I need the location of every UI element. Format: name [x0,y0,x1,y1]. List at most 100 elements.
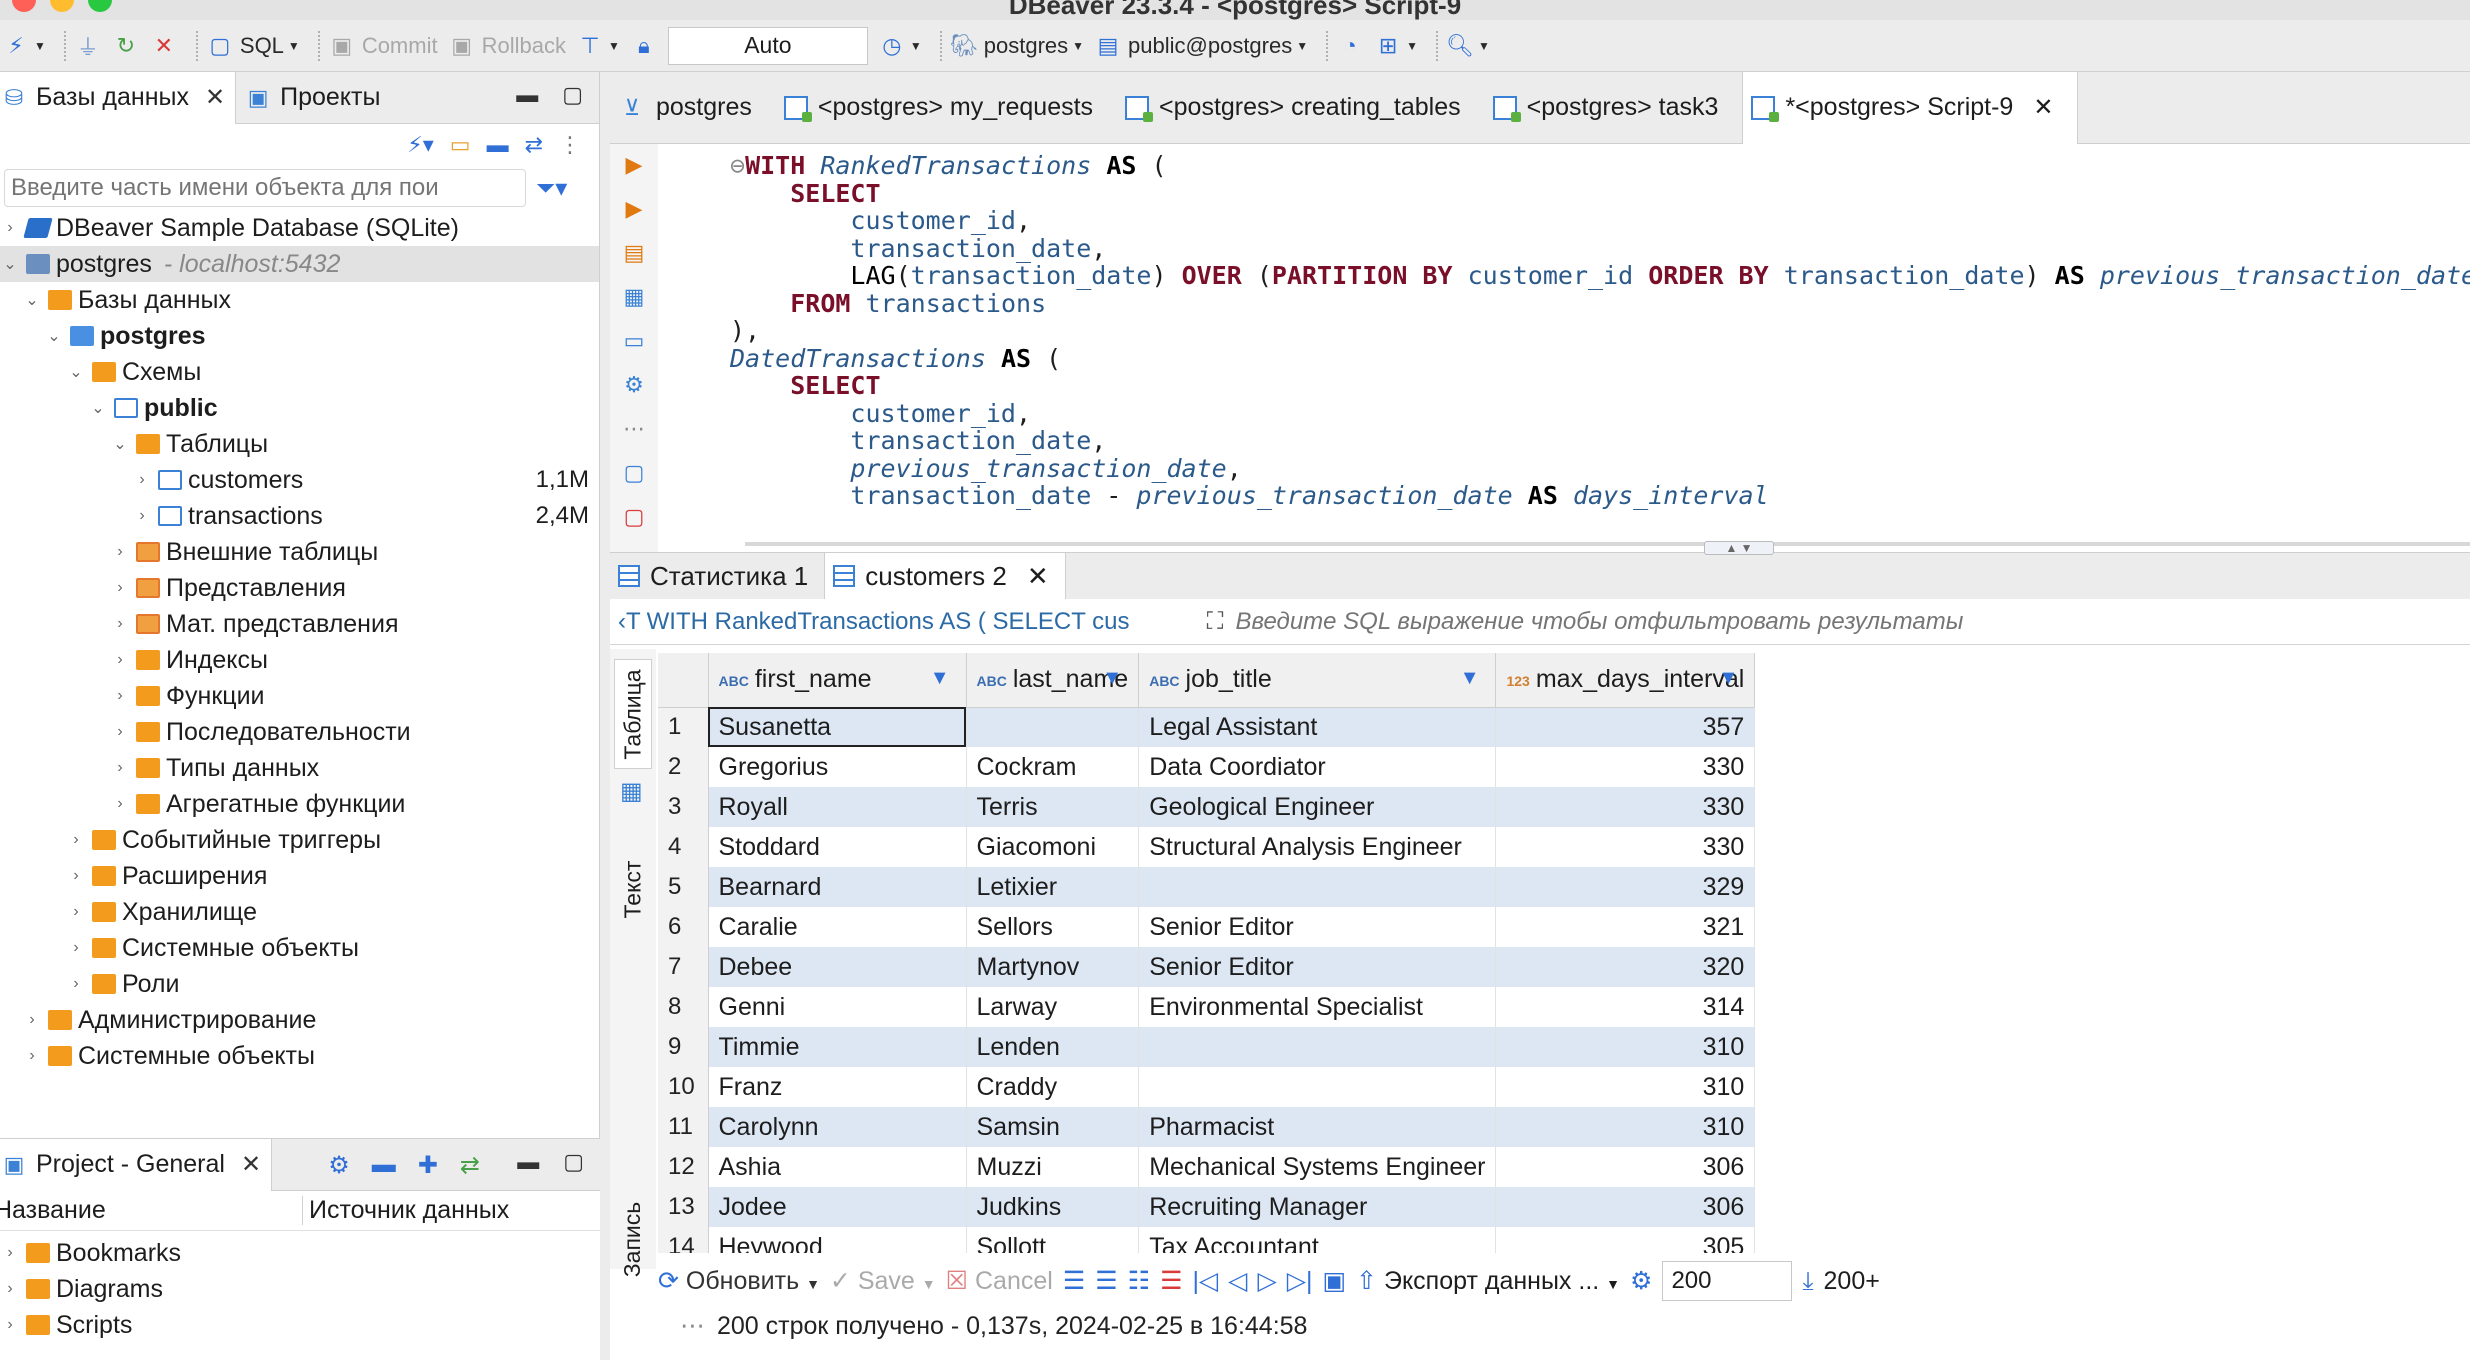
table-row[interactable]: 11 Carolynn Samsin Pharmacist 310 [658,1107,1756,1147]
cell-last-name[interactable]: Martynov [966,947,1140,987]
tab-projects[interactable]: ▣ Проекты [236,72,390,124]
cell-job-title[interactable] [1138,867,1497,907]
result-filter-input[interactable] [1235,607,2236,636]
cancel-button[interactable]: ☒ Cancel [946,1266,1053,1296]
new-folder-icon[interactable]: ▭ [450,132,471,158]
erd-button[interactable]: ⊞ ▼ [1374,32,1418,60]
cell-max-days-interval[interactable]: 330 [1495,827,1756,867]
tree-node-sqlite[interactable]: › DBeaver Sample Database (SQLite) [0,210,599,246]
cell-last-name[interactable]: Samsin [966,1107,1140,1147]
export-button[interactable]: ⇧ Экспорт данных ... ▼ [1356,1266,1620,1296]
maximize-panel-icon[interactable]: ▢ [562,82,583,108]
column-header-last-name[interactable]: ABC last_name ▼ [966,653,1140,708]
save-button[interactable]: ✓ Save ▼ [830,1266,936,1296]
tab-databases[interactable]: ⛁ Базы данных ✕ [0,71,237,124]
cell-last-name[interactable]: Cockram [966,747,1140,787]
tree-node-event-triggers[interactable]: › Событийные триггеры [0,822,599,858]
table-row[interactable]: 4 Stoddard Giacomoni Structural Analysis En… [658,827,1756,867]
add-row-icon[interactable]: ☰ [1095,1266,1117,1296]
column-header-job-title[interactable]: ABC job_title ▼ [1138,653,1497,708]
tree-node-public[interactable]: ⌄ public [0,390,599,426]
cell-max-days-interval[interactable]: 305 [1495,1227,1756,1253]
cell-first-name[interactable]: Genni [708,987,967,1027]
error-log-icon[interactable]: ▢ [624,504,645,530]
sort-dropdown-icon[interactable]: ▼ [1460,667,1480,690]
collapse-all-icon[interactable]: ▬ [487,132,509,158]
cell-max-days-interval[interactable]: 320 [1495,947,1756,987]
history-button[interactable]: ◷ ▼ [878,32,922,60]
table-row[interactable]: 9 Timmie Lenden 310 [658,1027,1756,1067]
transaction-mode-button[interactable]: ⊤ ▼ [576,32,619,60]
tree-node-indexes[interactable]: › Индексы [0,642,599,678]
cell-first-name[interactable]: Jodee [708,1187,967,1227]
sql-code-editor[interactable]: ⊖WITH RankedTransactions AS ( SELECT cus… [730,152,2470,540]
tab-grid-view[interactable]: Таблица [614,659,652,769]
table-row[interactable]: 14 Heywood Sollott Tax Accountant 305 [658,1227,1756,1253]
cell-max-days-interval[interactable]: 306 [1495,1147,1756,1187]
tab-my-requests[interactable]: <postgres> my_requests [776,72,1117,144]
cell-job-title[interactable]: Geological Engineer [1138,787,1497,827]
cell-job-title[interactable]: Senior Editor [1138,947,1497,987]
cell-job-title[interactable] [1138,1067,1497,1107]
sql-editor-button[interactable]: ▢ SQL ▼ [206,32,299,60]
copy-row-icon[interactable]: ☷ [1128,1266,1150,1296]
search-button[interactable]: 🔍︎ ▼ [1446,32,1490,60]
cell-last-name[interactable]: Giacomoni [966,827,1140,867]
tab-postgres[interactable]: ⊻ postgres [610,72,776,144]
expand-icon[interactable]: ⛶ [1207,608,1224,636]
close-icon[interactable]: ✕ [205,83,225,112]
close-icon[interactable]: ✕ [2033,93,2053,122]
cell-first-name[interactable]: Caralie [708,907,967,947]
column-header-max-days-interval[interactable]: 123 max_days_interval ▼ [1495,653,1756,708]
tree-node-aggregates[interactable]: › Агрегатные функции [0,786,599,822]
minimize-panel-icon[interactable]: ▬ [516,82,538,108]
cell-first-name[interactable]: Susanetta [708,707,967,747]
rollback-button[interactable]: ▣ Rollback [448,32,566,60]
maximize-panel-icon[interactable]: ▢ [563,1149,584,1175]
first-page-icon[interactable]: |◁ [1193,1266,1219,1296]
next-page-icon[interactable]: ▷ [1257,1266,1276,1296]
tree-node-sequences[interactable]: › Последовательности [0,714,599,750]
cell-job-title[interactable]: Legal Assistant [1138,707,1497,747]
dashboard-button[interactable]: ◔ [1336,32,1364,60]
cell-last-name[interactable]: Larway [966,987,1140,1027]
gear-icon[interactable]: ⚙ [1630,1266,1652,1296]
tree-node-table-customers[interactable]: › customers 1,1M [0,462,599,498]
table-row[interactable]: 13 Jodee Judkins Recruiting Manager 306 [658,1187,1756,1227]
editor-horizontal-scrollbar[interactable] [745,542,2470,546]
cell-max-days-interval[interactable]: 330 [1495,747,1756,787]
cell-job-title[interactable] [1138,1027,1497,1067]
cell-job-title[interactable]: Mechanical Systems Engineer [1138,1147,1497,1187]
cell-max-days-interval[interactable]: 306 [1495,1187,1756,1227]
tab-script-9[interactable]: *<postgres> Script-9 ✕ [1742,71,2079,144]
cell-last-name[interactable]: Letixier [966,867,1140,907]
cell-last-name[interactable]: Craddy [966,1067,1140,1107]
cell-last-name[interactable] [966,707,1140,747]
column-header-first-name[interactable]: ABC first_name ▼ [708,653,967,708]
tab-creating-tables[interactable]: <postgres> creating_tables [1117,72,1485,144]
table-row[interactable]: 6 Caralie Sellors Senior Editor 321 [658,907,1756,947]
tree-node-storage[interactable]: › Хранилище [0,894,599,930]
cell-max-days-interval[interactable]: 310 [1495,1027,1756,1067]
gear-icon[interactable]: ⚙ [328,1151,350,1180]
close-icon[interactable]: ✕ [1027,561,1049,592]
sort-dropdown-icon[interactable]: ▼ [1718,667,1738,690]
refresh-button[interactable]: ⟳ Обновить ▼ [658,1266,820,1296]
tree-node-administration[interactable]: › Администрирование [0,1002,599,1038]
new-connection-button[interactable]: ⚡ ▼ [2,32,46,60]
cell-max-days-interval[interactable]: 314 [1495,987,1756,1027]
tree-node-functions[interactable]: › Функции [0,678,599,714]
edit-row-icon[interactable]: ☰ [1063,1266,1085,1296]
cell-first-name[interactable]: Timmie [708,1027,967,1067]
more-icon[interactable]: ⋯ [623,416,645,442]
sort-dropdown-icon[interactable]: ▼ [1102,667,1122,690]
export-icon[interactable]: ▢ [624,460,645,486]
sort-dropdown-icon[interactable]: ▼ [930,667,950,690]
project-item-bookmarks[interactable]: › Bookmarks [0,1235,600,1271]
cell-first-name[interactable]: Ashia [708,1147,967,1187]
cell-job-title[interactable]: Pharmacist [1138,1107,1497,1147]
execute-in-new-tab-icon[interactable]: ▶ [626,196,643,222]
tree-node-mat-views[interactable]: › Мат. представления [0,606,599,642]
navigator-filter-input[interactable] [4,169,526,207]
tab-record-view[interactable]: Запись [614,1189,652,1289]
